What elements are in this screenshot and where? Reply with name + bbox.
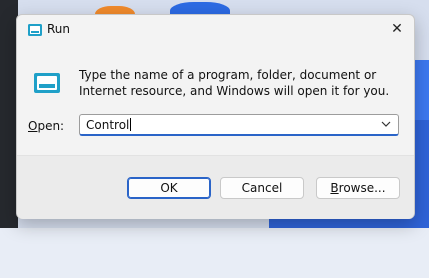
window-title: Run (47, 22, 71, 36)
close-icon: ✕ (391, 21, 403, 37)
open-combobox[interactable]: Control (79, 114, 399, 136)
open-label: Open: (28, 119, 65, 133)
ok-button[interactable]: OK (127, 177, 211, 199)
run-icon (28, 24, 42, 36)
cancel-button[interactable]: Cancel (220, 177, 304, 199)
run-dialog: Run ✕ Type the name of a program, folder… (16, 14, 415, 219)
run-icon (34, 73, 60, 93)
chevron-down-icon[interactable] (380, 117, 392, 131)
title-bar[interactable]: Run ✕ (17, 15, 414, 45)
description-text: Type the name of a program, folder, docu… (79, 68, 390, 98)
desktop-shape (0, 228, 429, 278)
browse-button[interactable]: Browse... (316, 177, 400, 199)
text-caret (130, 118, 132, 131)
open-input[interactable]: Control (86, 118, 132, 132)
close-button[interactable]: ✕ (384, 18, 410, 40)
